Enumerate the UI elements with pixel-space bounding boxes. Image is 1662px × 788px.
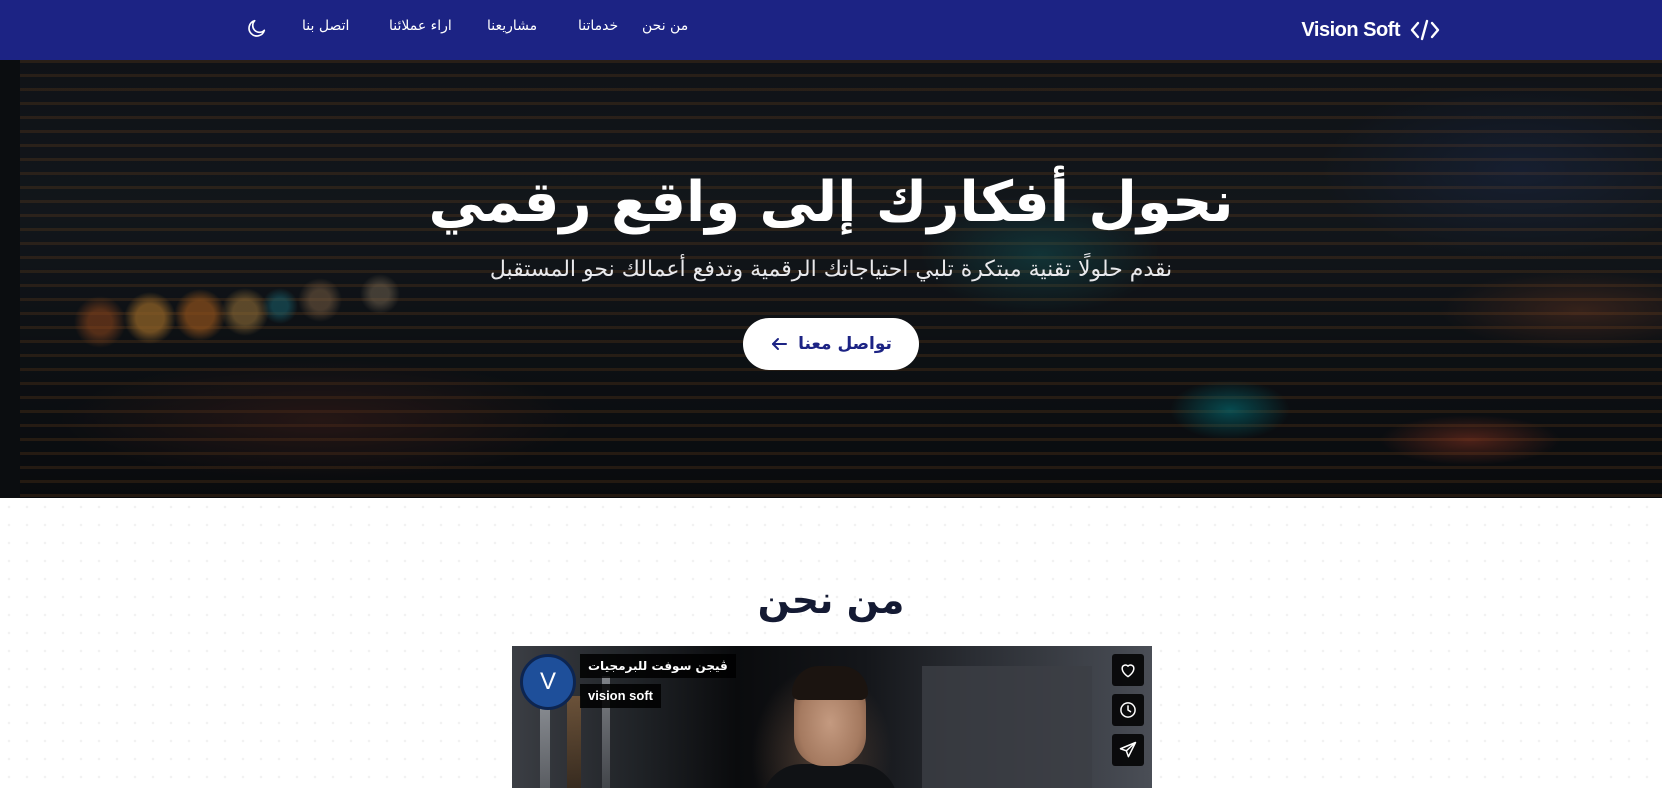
send-icon <box>1119 741 1137 758</box>
hero-subtitle: نقدم حلولًا تقنية مبتكرة تلبي احتياجاتك … <box>489 257 1173 282</box>
nav-link-services[interactable]: خدماتنا <box>578 18 618 38</box>
contact-us-button[interactable]: تواصل معنا <box>743 318 919 370</box>
share-button[interactable] <box>1112 734 1144 766</box>
video-embed[interactable]: V ڤيجن سوفت للبرمجيات vision soft <box>512 646 1152 788</box>
video-presenter <box>762 764 898 788</box>
like-button[interactable] <box>1112 654 1144 686</box>
brand-logo[interactable]: Vision Soft <box>1301 14 1440 46</box>
code-icon <box>1410 19 1440 41</box>
heart-icon <box>1121 664 1135 678</box>
video-frame-detail <box>922 666 1092 788</box>
arrow-left-icon <box>772 338 788 350</box>
video-presenter-hair <box>792 666 868 700</box>
avatar-letter: V <box>539 668 556 695</box>
clock-icon <box>1120 702 1136 718</box>
about-section: من نحن V ڤيجن سوفت للبرمجيات vision soft <box>0 498 1662 788</box>
video-title[interactable]: ڤيجن سوفت للبرمجيات <box>580 654 736 678</box>
contact-us-button-label: تواصل معنا <box>798 334 892 354</box>
brand-name: Vision Soft <box>1301 18 1400 41</box>
nav-link-contact[interactable]: اتصل بنا <box>302 18 349 38</box>
navbar: Vision Soft من نحن خدماتنا مشاريعنا اراء… <box>0 0 1662 60</box>
watch-later-button[interactable] <box>1112 694 1144 726</box>
section-title: من نحن <box>757 578 905 622</box>
hero-section: نحول أفكارك إلى واقع رقمي نقدم حلولًا تق… <box>0 60 1662 498</box>
channel-avatar[interactable]: V <box>520 654 576 710</box>
hero-title: نحول أفكارك إلى واقع رقمي <box>428 170 1235 235</box>
channel-name[interactable]: vision soft <box>580 684 662 708</box>
nav-link-projects[interactable]: مشاريعنا <box>487 18 537 38</box>
nav-link-about[interactable]: من نحن <box>642 18 688 38</box>
moon-icon[interactable] <box>246 17 268 39</box>
nav-link-testimonials[interactable]: اراء عملائنا <box>389 18 452 38</box>
video-frame-detail <box>567 696 581 788</box>
